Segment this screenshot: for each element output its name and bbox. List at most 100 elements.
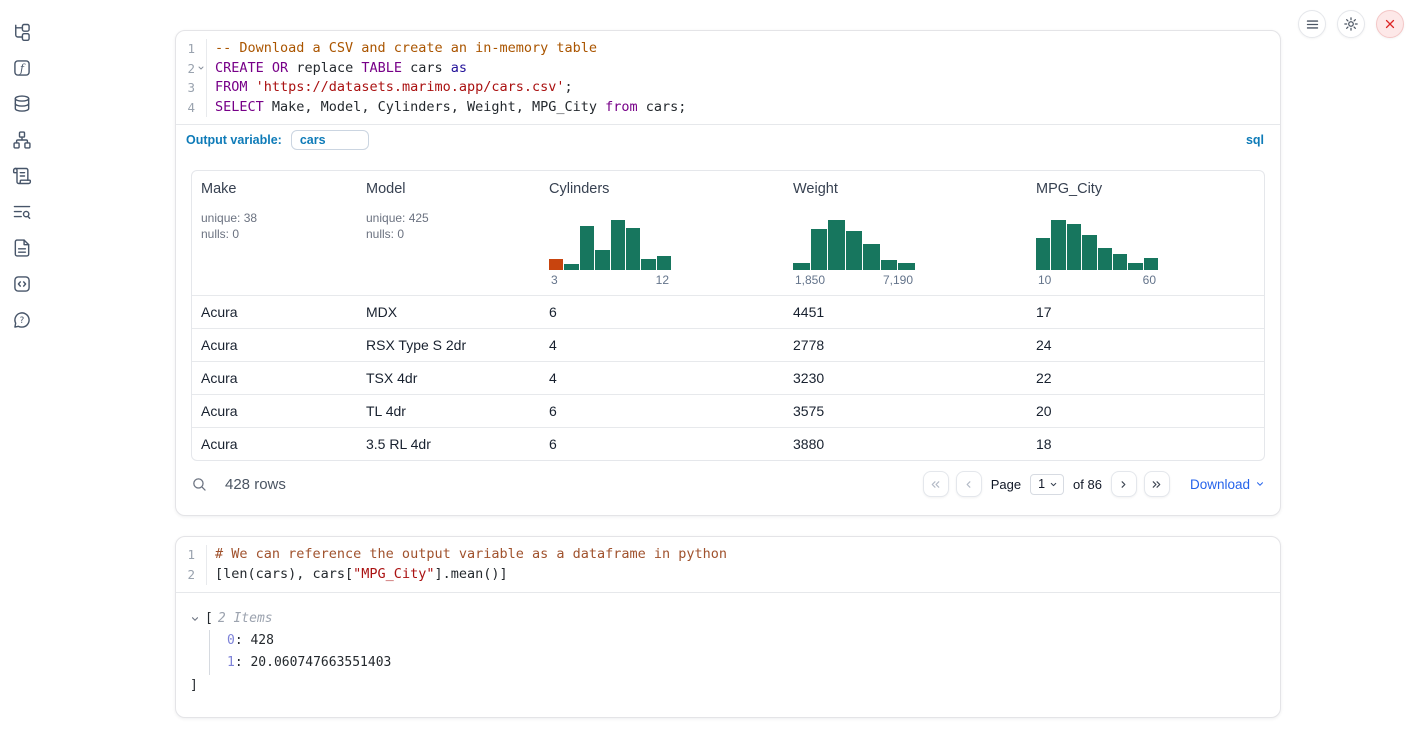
column-title: Cylinders [549, 181, 785, 197]
fold-spacer [195, 545, 206, 565]
page-select[interactable]: 1 [1030, 474, 1064, 495]
sidebar-item-logs[interactable] [12, 166, 32, 186]
cell-language-badge[interactable]: sql [1246, 133, 1264, 147]
table-row: AcuraTL 4dr6357520 [192, 394, 1264, 427]
collapse-chevron-down-icon[interactable] [190, 614, 200, 624]
code-line: 3 FROM 'https://datasets.marimo.app/cars.… [176, 78, 1280, 98]
code-line: 2[len(cars), cars["MPG_City"].mean()] [176, 565, 1280, 585]
hist-bar [1144, 258, 1158, 270]
table-row: Acura3.5 RL 4dr6388018 [192, 427, 1264, 460]
code-line: 1# We can reference the output variable … [176, 545, 1280, 565]
table-cell: 18 [1028, 436, 1264, 452]
notebook-actions [1298, 10, 1404, 38]
table-cell: RSX Type S 2dr [358, 337, 541, 353]
helper-sidebar: f [0, 0, 44, 729]
histogram-cylinders: 3 12 [549, 218, 671, 287]
line-number: 3 [176, 78, 195, 98]
help-bubble-icon: ? [12, 310, 32, 330]
menu-button[interactable] [1298, 10, 1326, 38]
table-cell: 3575 [785, 403, 1028, 419]
file-tree-icon [12, 22, 32, 42]
code-line: 4SELECT Make, Model, Cylinders, Weight, … [176, 98, 1280, 118]
hist-bar [793, 263, 810, 270]
sidebar-item-file-explorer[interactable] [12, 22, 32, 42]
hist-bar [898, 263, 915, 270]
sidebar-item-documentation[interactable] [12, 238, 32, 258]
table-body: AcuraMDX6445117AcuraRSX Type S 2dr427782… [192, 295, 1264, 460]
table-cell: Acura [192, 403, 358, 419]
table-cell: 6 [541, 403, 785, 419]
chevron-left-icon [962, 478, 975, 491]
code-text: FROM 'https://datasets.marimo.app/cars.c… [206, 78, 1280, 98]
sidebar-item-outline-search[interactable] [12, 202, 32, 222]
sidebar-item-snippets[interactable] [12, 274, 32, 294]
table-search-button[interactable] [191, 476, 208, 493]
output-variable-row: Output variable: sql [176, 124, 1280, 155]
page-label: Page [991, 477, 1021, 492]
column-header-model: Model unique: 425 nulls: 0 [358, 181, 541, 287]
sidebar-item-dependency-graph[interactable] [12, 130, 32, 150]
hist-max-label: 7,190 [883, 273, 913, 287]
item-index: 1 [227, 655, 235, 670]
scroll-icon [12, 166, 32, 186]
table-cell: 3230 [785, 370, 1028, 386]
table-cell: Acura [192, 337, 358, 353]
hist-bar [846, 231, 863, 270]
line-number: 1 [176, 39, 195, 59]
hist-bar [1113, 254, 1127, 270]
table-cell: 3880 [785, 436, 1028, 452]
last-page-button[interactable] [1144, 471, 1170, 497]
table-cell: 2778 [785, 337, 1028, 353]
table-cell: 20 [1028, 403, 1264, 419]
search-icon [191, 476, 208, 493]
close-bracket: ] [190, 675, 1264, 697]
hist-bar [1082, 235, 1096, 270]
sidebar-item-data-sources[interactable] [12, 94, 32, 114]
python-code-editor[interactable]: 1# We can reference the output variable … [176, 537, 1280, 591]
items-count-label: 2 Items [218, 608, 273, 630]
next-page-button[interactable] [1111, 471, 1137, 497]
table-cell: 17 [1028, 304, 1264, 320]
prev-page-button[interactable] [956, 471, 982, 497]
open-bracket: [ [205, 608, 213, 630]
close-icon [1383, 17, 1397, 31]
sql-code-editor[interactable]: 1-- Download a CSV and create an in-memo… [176, 31, 1280, 124]
fold-chevron-icon[interactable] [195, 59, 206, 79]
table-cell: 4 [541, 370, 785, 386]
hist-bar [641, 259, 655, 270]
sidebar-item-help[interactable]: ? [12, 310, 32, 330]
fold-spacer [195, 39, 206, 59]
item-value: 20.060747663551403 [250, 655, 391, 670]
hist-min-label: 3 [551, 273, 558, 287]
function-icon: f [12, 58, 32, 78]
histogram-mpg-city: 10 60 [1036, 218, 1158, 287]
hist-bar [863, 244, 880, 270]
table-row: AcuraMDX6445117 [192, 295, 1264, 328]
hist-bar [828, 220, 845, 270]
sidebar-item-variables[interactable]: f [12, 58, 32, 78]
hist-bar [611, 220, 625, 270]
code-icon [12, 274, 32, 294]
table-cell: Acura [192, 304, 358, 320]
column-header-cylinders: Cylinders 3 12 [541, 181, 785, 287]
hist-min-label: 10 [1038, 273, 1051, 287]
list-search-icon [12, 202, 32, 222]
hist-bar [881, 260, 898, 270]
fold-spacer [195, 565, 206, 585]
column-stats: unique: 425 nulls: 0 [366, 210, 541, 242]
svg-text:?: ? [20, 316, 25, 326]
settings-button[interactable] [1337, 10, 1365, 38]
code-text: CREATE OR replace TABLE cars as [206, 59, 1280, 79]
first-page-button[interactable] [923, 471, 949, 497]
output-variable-label: Output variable: [186, 133, 282, 147]
code-line: 1-- Download a CSV and create an in-memo… [176, 39, 1280, 59]
table-cell: 4451 [785, 304, 1028, 320]
table-footer: 428 rows Page [191, 461, 1265, 507]
column-title: MPG_City [1036, 181, 1264, 197]
chevrons-left-icon [929, 478, 942, 491]
download-button[interactable]: Download [1190, 477, 1265, 492]
column-stats: unique: 38 nulls: 0 [201, 210, 358, 242]
line-number: 1 [176, 545, 195, 565]
close-button[interactable] [1376, 10, 1404, 38]
output-variable-input[interactable] [291, 130, 369, 150]
